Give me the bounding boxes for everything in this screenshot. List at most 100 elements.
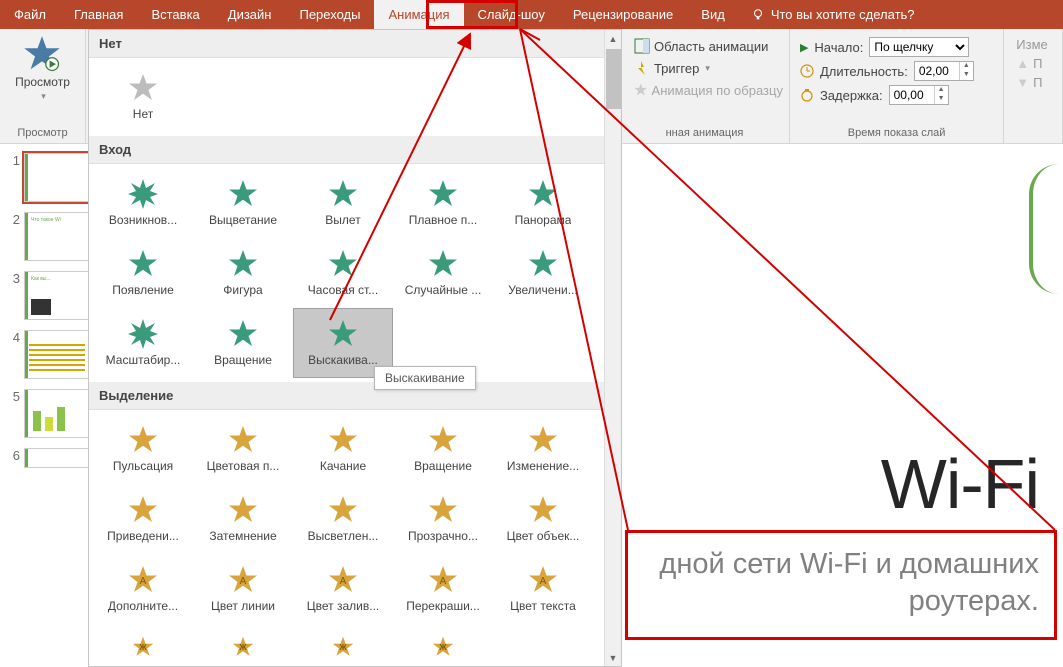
star-icon — [128, 319, 158, 349]
tell-me[interactable]: Что вы хотите сделать? — [739, 0, 927, 29]
anim-item-label: Цвет текста — [510, 599, 576, 613]
anim-entrance-6[interactable]: Фигура — [193, 238, 293, 308]
anim-emphasis-13[interactable]: A Перекраши... — [393, 554, 493, 624]
anim-emphasis-9[interactable]: Цвет объек... — [493, 484, 593, 554]
star-icon — [128, 425, 158, 455]
anim-emphasis-5[interactable]: Приведени... — [93, 484, 193, 554]
slide-sub-line2: роутерах. — [909, 585, 1039, 617]
anim-item-label: Выцветание — [209, 213, 277, 227]
scroll-thumb[interactable] — [606, 49, 621, 109]
thumb-slide-2[interactable]: Что такое Wi — [24, 212, 90, 261]
scroll-up-icon[interactable]: ▲ — [605, 30, 621, 47]
anim-emphasis-2[interactable]: Качание — [293, 414, 393, 484]
tab-design[interactable]: Дизайн — [214, 0, 286, 29]
duration-input[interactable] — [915, 64, 959, 78]
star-icon — [228, 249, 258, 279]
anim-entrance-5[interactable]: Появление — [93, 238, 193, 308]
anim-emphasis-7[interactable]: Высветлен... — [293, 484, 393, 554]
anim-emphasis-8[interactable]: Прозрачно... — [393, 484, 493, 554]
start-label: Начало: — [814, 40, 863, 55]
thumb-slide-6[interactable] — [24, 448, 90, 468]
delay-input[interactable] — [890, 88, 934, 102]
anim-entrance-0[interactable]: Возникнов... — [93, 168, 193, 238]
anim-entrance-8[interactable]: Случайные ... — [393, 238, 493, 308]
anim-entrance-10[interactable]: Масштабир... — [93, 308, 193, 378]
thumb-title: Что такое Wi — [31, 217, 61, 223]
anim-emphasis-1[interactable]: Цветовая п... — [193, 414, 293, 484]
anim-emphasis-12[interactable]: A Цвет залив... — [293, 554, 393, 624]
tab-home[interactable]: Главная — [60, 0, 137, 29]
anim-emphasis-10[interactable]: A Дополните... — [93, 554, 193, 624]
thumb-number: 1 — [8, 153, 20, 168]
delay-spinner[interactable]: ▲▼ — [889, 85, 949, 105]
star-icon: Ж — [432, 636, 454, 658]
spin-up-icon[interactable]: ▲ — [960, 62, 973, 71]
chevron-down-icon: ▾ — [41, 91, 46, 102]
start-select[interactable]: По щелчку — [869, 37, 969, 57]
anim-entrance-3[interactable]: Плавное п... — [393, 168, 493, 238]
star-icon — [228, 495, 258, 525]
svg-text:Ж: Ж — [438, 643, 447, 652]
thumb-slide-3[interactable]: Как вы... — [24, 271, 90, 320]
thumb-slide-4[interactable] — [24, 330, 90, 379]
star-icon — [228, 179, 258, 209]
anim-entrance-2[interactable]: Вылет — [293, 168, 393, 238]
preview-star-icon — [23, 35, 61, 73]
tab-transitions[interactable]: Переходы — [285, 0, 374, 29]
star-icon: Ж — [332, 636, 354, 658]
reorder-row3: ▼П — [1010, 73, 1056, 92]
tab-slideshow[interactable]: Слайд-шоу — [464, 0, 559, 29]
anim-emphasis-extra-1[interactable]: Ж — [193, 632, 293, 662]
anim-emphasis-extra-0[interactable]: Ж — [93, 632, 193, 662]
anim-entrance-9[interactable]: Увеличени... — [493, 238, 593, 308]
anim-item-label: Плавное п... — [409, 213, 477, 227]
painter-icon — [634, 82, 648, 98]
star-icon — [428, 179, 458, 209]
anim-emphasis-extra-2[interactable]: Ж — [293, 632, 393, 662]
tab-insert[interactable]: Вставка — [137, 0, 213, 29]
preview-button-label: Просмотр — [15, 75, 70, 89]
tell-me-label: Что вы хотите сделать? — [771, 7, 915, 22]
anim-emphasis-11[interactable]: A Цвет линии — [193, 554, 293, 624]
spin-down-icon[interactable]: ▼ — [935, 95, 948, 104]
anim-entrance-11[interactable]: Вращение — [193, 308, 293, 378]
spin-up-icon[interactable]: ▲ — [935, 86, 948, 95]
anim-emphasis-14[interactable]: A Цвет текста — [493, 554, 593, 624]
spin-down-icon[interactable]: ▼ — [960, 71, 973, 80]
anim-emphasis-extra-3[interactable]: Ж — [393, 632, 493, 662]
slide-title-text[interactable]: Wi-Fi — [881, 444, 1039, 524]
tab-review[interactable]: Рецензирование — [559, 0, 687, 29]
thumb-slide-5[interactable] — [24, 389, 90, 438]
animation-pane-button[interactable]: Область анимации — [626, 35, 783, 57]
preview-button[interactable]: Просмотр ▾ — [15, 31, 70, 102]
anim-emphasis-6[interactable]: Затемнение — [193, 484, 293, 554]
star-icon — [128, 495, 158, 525]
anim-entrance-4[interactable]: Панорама — [493, 168, 593, 238]
scroll-down-icon[interactable]: ▼ — [605, 649, 621, 666]
reorder-row1[interactable]: Изме — [1010, 35, 1056, 54]
anim-emphasis-3[interactable]: Вращение — [393, 414, 493, 484]
star-icon — [328, 319, 358, 349]
anim-entrance-7[interactable]: Часовая ст... — [293, 238, 393, 308]
anim-none[interactable]: Нет — [93, 62, 193, 132]
star-icon — [128, 73, 158, 103]
ribbon-tabs: Файл Главная Вставка Дизайн Переходы Ани… — [0, 0, 1063, 29]
gallery-scrollbar[interactable]: ▲ ▼ — [604, 30, 621, 666]
tab-view[interactable]: Вид — [687, 0, 739, 29]
duration-spinner[interactable]: ▲▼ — [914, 61, 974, 81]
anim-item-label: Случайные ... — [405, 283, 482, 297]
trigger-icon — [634, 60, 650, 76]
anim-item-label: Цвет залив... — [307, 599, 379, 613]
anim-entrance-1[interactable]: Выцветание — [193, 168, 293, 238]
star-icon — [128, 179, 158, 209]
slide-subtitle-text[interactable]: дной сети Wi-Fi и домашних роутерах. — [659, 546, 1039, 621]
tab-file[interactable]: Файл — [0, 0, 60, 29]
trigger-button[interactable]: Триггер▾ — [626, 57, 783, 79]
anim-item-label: Цветовая п... — [207, 459, 280, 473]
svg-text:A: A — [440, 576, 447, 587]
thumb-slide-1[interactable] — [24, 153, 90, 202]
anim-emphasis-0[interactable]: Пульсация — [93, 414, 193, 484]
anim-emphasis-4[interactable]: Изменение... — [493, 414, 593, 484]
svg-text:A: A — [540, 576, 547, 587]
tab-animation[interactable]: Анимация — [374, 0, 463, 29]
